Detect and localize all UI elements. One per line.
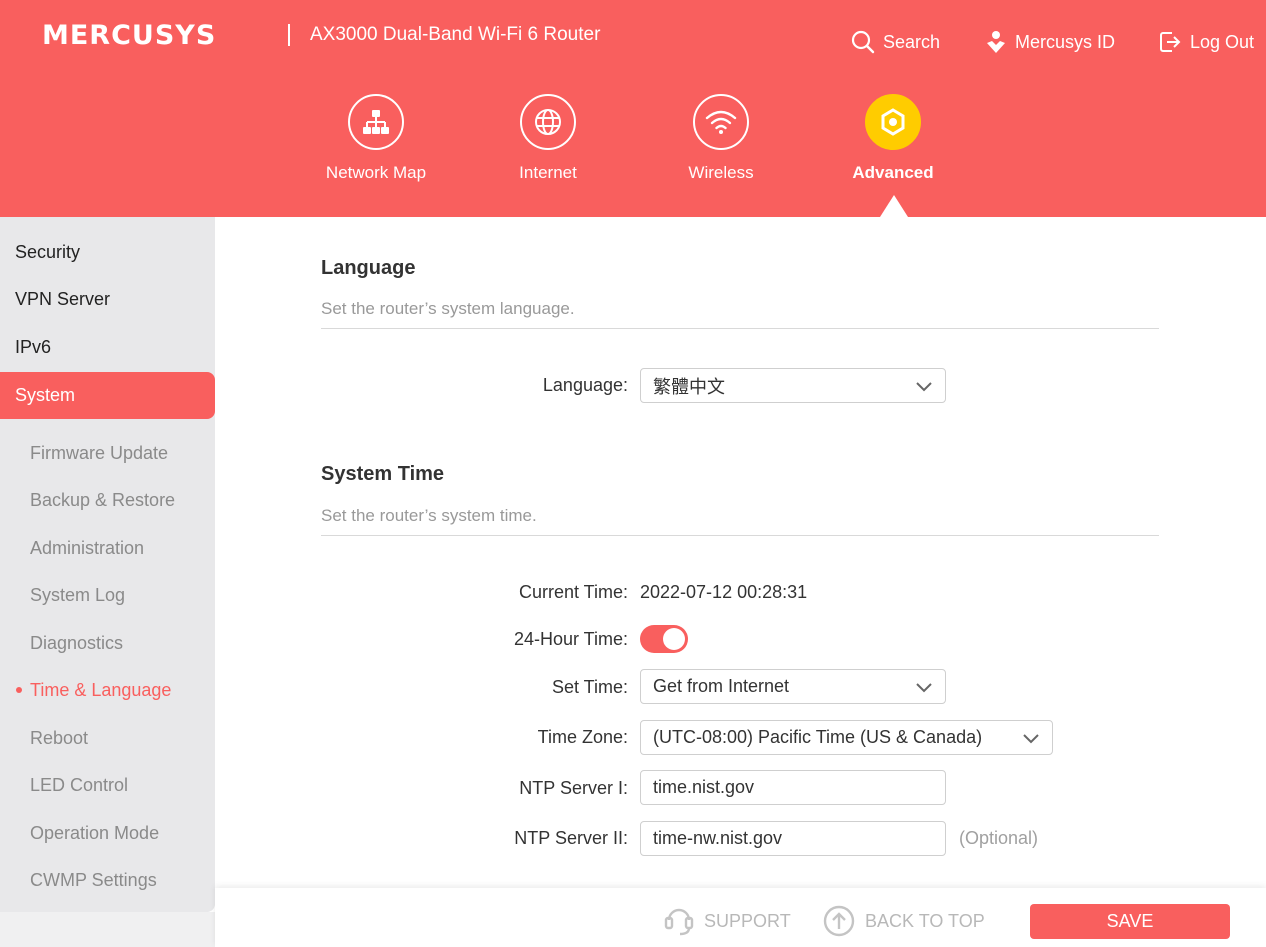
section-divider: [321, 535, 1159, 536]
support-label: SUPPORT: [704, 910, 791, 931]
language-select-value: 繁體中文: [653, 376, 725, 397]
chevron-down-icon: [1023, 734, 1039, 744]
set-time-select-value: Get from Internet: [653, 676, 790, 696]
system-time-section-title: System Time: [321, 463, 445, 485]
sidebar-item-system[interactable]: System: [0, 372, 215, 419]
nav-network-map-label: Network Map: [325, 163, 427, 182]
sub-item-label: LED Control: [30, 774, 129, 795]
sub-item-label: Operation Mode: [30, 822, 160, 843]
support-link[interactable]: SUPPORT: [664, 905, 791, 937]
timezone-select-value: (UTC-08:00) Pacific Time (US & Canada): [653, 727, 983, 747]
nav-network-map[interactable]: Network Map: [306, 94, 446, 183]
product-name: AX3000 Dual-Band Wi-Fi 6 Router: [310, 24, 601, 45]
sidebar-sub-administration[interactable]: Administration: [0, 526, 215, 570]
toggle-knob: [663, 628, 685, 650]
mercusys-logo: MERCUSYS: [42, 20, 217, 51]
sidebar-sub-led-control[interactable]: LED Control: [0, 763, 215, 807]
sidebar-item-label: System: [15, 385, 76, 405]
logout-icon: [1160, 32, 1181, 52]
chevron-down-icon: [916, 683, 932, 693]
system-time-section-description: Set the router’s system time.: [321, 506, 537, 525]
chevron-down-icon: [916, 382, 932, 392]
sub-item-label: System Log: [30, 584, 126, 605]
user-id-icon: [987, 31, 1005, 53]
back-to-top-label: BACK TO TOP: [865, 910, 985, 931]
ntp-server-2-optional-hint: (Optional): [959, 828, 1039, 848]
sidebar-sub-diagnostics[interactable]: Diagnostics: [0, 621, 215, 665]
sub-item-label: CWMP Settings: [30, 869, 157, 890]
logout-link[interactable]: Log Out: [1158, 29, 1254, 55]
sidebar-item-label: VPN Server: [15, 289, 111, 309]
sub-item-label: Reboot: [30, 727, 89, 748]
ntp-server-2-label: NTP Server II:: [514, 828, 628, 848]
language-label: Language:: [542, 375, 628, 395]
sub-item-label: Time & Language: [30, 679, 172, 700]
globe-icon: [520, 94, 576, 150]
back-to-top-link[interactable]: BACK TO TOP: [823, 905, 985, 937]
language-section-title: Language: [321, 257, 416, 279]
timezone-label: Time Zone:: [537, 727, 628, 747]
sub-item-label: Firmware Update: [30, 442, 169, 463]
nav-advanced-label: Advanced: [852, 163, 934, 182]
ntp-server-1-label: NTP Server I:: [519, 778, 628, 798]
mercusys-id-link[interactable]: Mercusys ID: [985, 29, 1115, 55]
mercusys-id-label: Mercusys ID: [1015, 31, 1116, 52]
search-link-label: Search: [883, 31, 941, 52]
language-select[interactable]: 繁體中文: [640, 368, 946, 403]
active-nav-pointer: [880, 195, 908, 217]
sidebar-item-label: Security: [15, 242, 81, 262]
network-map-icon: [348, 94, 404, 150]
sidebar-item-label: IPv6: [15, 337, 52, 357]
sidebar-sub-backup-restore[interactable]: Backup & Restore: [0, 478, 215, 522]
sidebar: Security VPN Server IPv6 System Firmware…: [0, 217, 215, 912]
nav-internet[interactable]: Internet: [478, 94, 618, 183]
save-button[interactable]: SAVE: [1030, 904, 1230, 939]
sidebar-sub-time-language[interactable]: Time & Language: [0, 668, 215, 712]
language-section-description: Set the router’s system language.: [321, 299, 575, 318]
ntp-server-1-input[interactable]: [640, 770, 946, 805]
search-link[interactable]: Search: [851, 29, 940, 55]
set-time-label: Set Time:: [551, 677, 628, 697]
wifi-icon: [693, 94, 749, 150]
hour24-toggle[interactable]: [640, 625, 688, 653]
sidebar-item-ipv6[interactable]: IPv6: [0, 324, 215, 371]
sidebar-sub-operation-mode[interactable]: Operation Mode: [0, 811, 215, 855]
sidebar-footer-area: [0, 912, 215, 947]
current-time-label: Current Time:: [518, 582, 628, 602]
logout-label: Log Out: [1190, 31, 1255, 52]
timezone-select[interactable]: (UTC-08:00) Pacific Time (US & Canada): [640, 720, 1053, 755]
nav-wireless[interactable]: Wireless: [651, 94, 791, 183]
sub-item-label: Backup & Restore: [30, 489, 176, 510]
top-header: MERCUSYS AX3000 Dual-Band Wi-Fi 6 Router…: [0, 0, 1266, 217]
advanced-gear-icon: [865, 94, 921, 150]
section-divider: [321, 328, 1159, 329]
sidebar-sub-reboot[interactable]: Reboot: [0, 716, 215, 760]
headset-icon: [664, 908, 694, 936]
nav-internet-label: Internet: [519, 163, 577, 182]
sidebar-sub-firmware-update[interactable]: Firmware Update: [0, 431, 215, 475]
sidebar-sub-cwmp-settings[interactable]: CWMP Settings: [0, 858, 215, 902]
hour24-label: 24-Hour Time:: [513, 629, 628, 649]
sub-item-label: Administration: [30, 537, 145, 558]
ntp-server-2-input[interactable]: [640, 821, 946, 856]
arrow-up-circle-icon: [823, 905, 855, 937]
sidebar-sub-system-log[interactable]: System Log: [0, 573, 215, 617]
sub-item-label: Diagnostics: [30, 632, 124, 653]
search-icon: [851, 30, 875, 54]
nav-advanced[interactable]: Advanced: [823, 94, 963, 183]
sidebar-item-vpn-server[interactable]: VPN Server: [0, 276, 215, 323]
sidebar-item-security[interactable]: Security: [0, 229, 215, 276]
set-time-select[interactable]: Get from Internet: [640, 669, 946, 704]
active-dot: [16, 687, 22, 693]
current-time-value: 2022-07-12 00:28:31: [640, 582, 808, 602]
nav-wireless-label: Wireless: [688, 163, 754, 182]
logo-divider: [288, 24, 290, 46]
